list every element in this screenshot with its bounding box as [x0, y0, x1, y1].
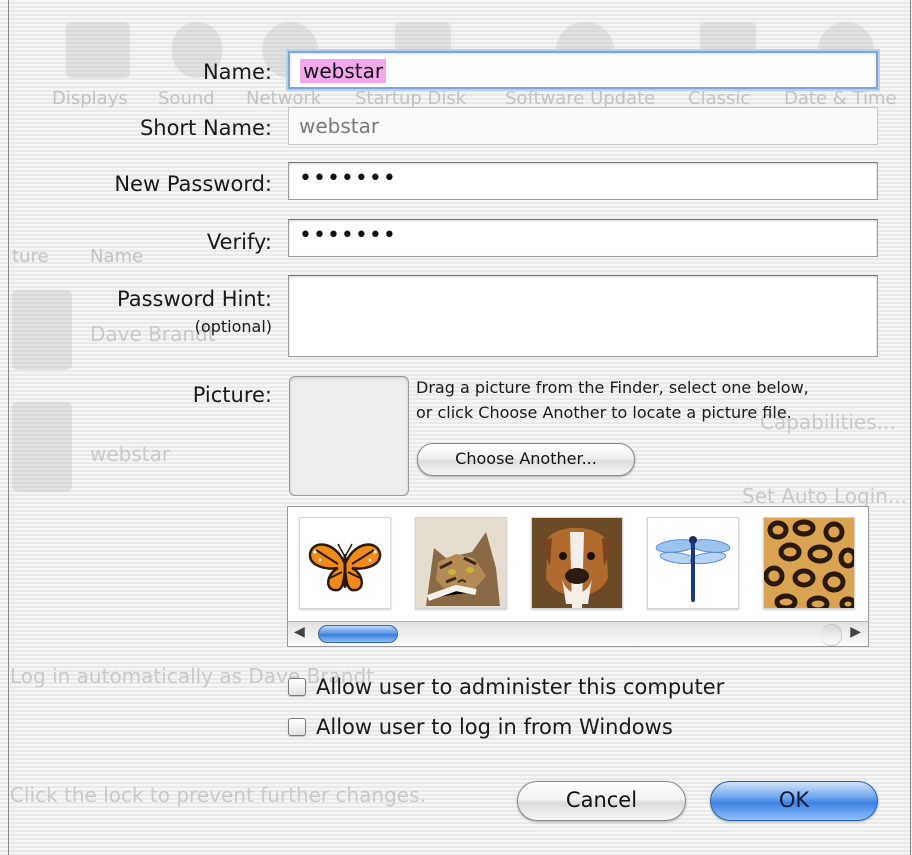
user-row-2: webstar [90, 442, 171, 466]
toolbar-label-classic: Classic [688, 88, 751, 109]
picture-label: Picture: [192, 383, 272, 407]
windows-login-option[interactable]: Allow user to log in from Windows [288, 715, 673, 739]
picture-instructions: Drag a picture from the Finder, select o… [416, 375, 809, 425]
user-avatar-icon [12, 402, 72, 492]
windows-login-checkbox[interactable] [288, 718, 306, 736]
verify-field-value: ••••••• [299, 223, 397, 248]
choose-another-button[interactable]: Choose Another... [417, 443, 635, 476]
picture-strip: ◀ ▶ [287, 506, 869, 647]
windows-login-label: Allow user to log in from Windows [316, 715, 673, 739]
scroll-left-arrow-icon[interactable]: ◀ [294, 624, 305, 640]
new-password-field[interactable]: ••••••• [288, 162, 878, 200]
column-name: Name [90, 246, 144, 267]
dragonfly-icon[interactable] [647, 517, 739, 609]
administer-option[interactable]: Allow user to administer this computer [288, 675, 724, 699]
scrollbar-track-end [821, 624, 842, 646]
scrollbar-thumb[interactable] [318, 625, 398, 643]
name-label: Name: [202, 60, 272, 84]
cat-icon[interactable] [415, 517, 507, 609]
name-field-value: webstar [300, 59, 387, 83]
picture-instructions-line1: Drag a picture from the Finder, select o… [416, 378, 809, 397]
toolbar-label-displays: Displays [52, 88, 128, 109]
column-picture: ture [12, 246, 49, 267]
new-password-label: New Password: [114, 172, 272, 196]
password-hint-field[interactable] [288, 275, 878, 357]
short-name-label: Short Name: [139, 116, 272, 140]
administer-label: Allow user to administer this computer [316, 675, 725, 699]
toolbar-label-startup-disk: Startup Disk [355, 88, 467, 109]
short-name-field[interactable]: webstar [288, 107, 878, 145]
verify-field[interactable]: ••••••• [288, 219, 878, 257]
auto-login-button: Set Auto Login... [742, 484, 908, 508]
dog-icon[interactable] [531, 517, 623, 609]
picture-instructions-line2: or click Choose Another to locate a pict… [416, 403, 792, 422]
picture-well[interactable] [289, 376, 409, 496]
picture-strip-scrollbar[interactable]: ◀ ▶ [288, 621, 868, 646]
toolbar-label-software-update: Software Update [505, 88, 656, 109]
password-hint-label: Password Hint: [116, 287, 272, 311]
scroll-right-arrow-icon[interactable]: ▶ [850, 624, 861, 640]
cancel-button[interactable]: Cancel [517, 781, 686, 821]
lock-text: Click the lock to prevent further change… [10, 783, 426, 807]
toolbar-label-sound: Sound [158, 88, 215, 109]
short-name-field-value: webstar [299, 114, 380, 138]
ok-button[interactable]: OK [710, 781, 878, 821]
verify-label: Verify: [206, 230, 272, 254]
new-password-field-value: ••••••• [299, 166, 397, 191]
butterfly-icon[interactable] [299, 517, 391, 609]
displays-icon [66, 22, 130, 78]
toolbar-label-date-time: Date & Time [784, 88, 897, 109]
password-hint-optional-label: (optional) [194, 317, 272, 336]
leopard-print-icon[interactable] [763, 517, 855, 609]
user-avatar-icon [12, 290, 72, 370]
name-field[interactable]: webstar [288, 51, 878, 89]
administer-checkbox[interactable] [288, 678, 306, 696]
toolbar-label-network: Network [246, 88, 322, 109]
